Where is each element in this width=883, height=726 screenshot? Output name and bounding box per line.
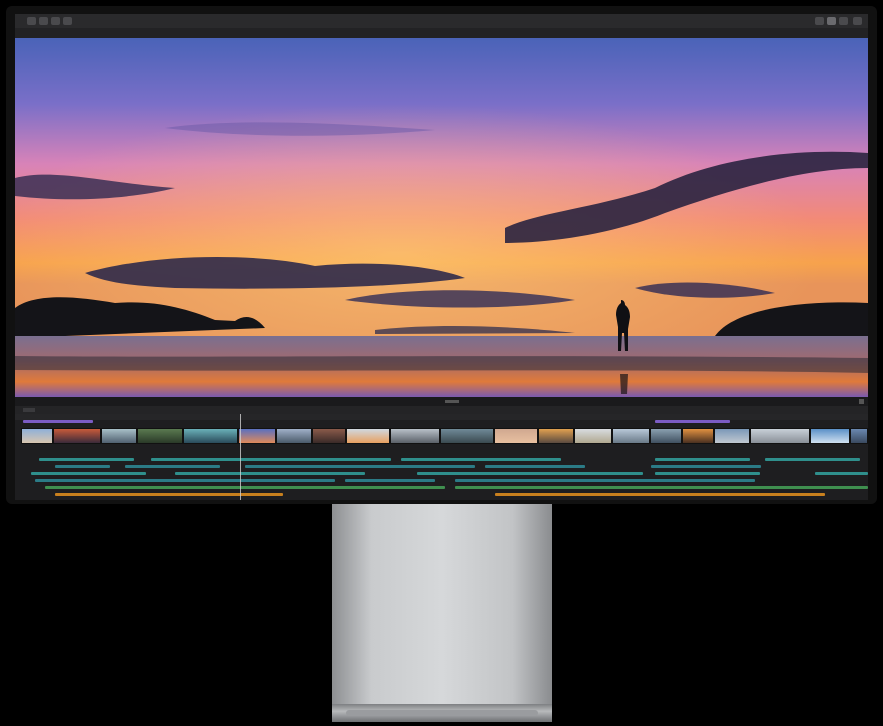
audio-clip[interactable] [765,458,860,461]
titles-icon[interactable] [51,17,60,25]
title-clip[interactable] [655,420,730,423]
layout-icon[interactable] [815,17,824,25]
video-clip[interactable] [101,428,137,444]
video-clip[interactable] [53,428,101,444]
video-clip[interactable] [276,428,312,444]
library-icon[interactable] [27,17,36,25]
video-clip[interactable] [612,428,650,444]
video-clip[interactable] [312,428,346,444]
inspector-icon[interactable] [839,17,848,25]
video-clip[interactable] [714,428,750,444]
audio-clip[interactable] [125,465,220,468]
audio-clip[interactable] [35,479,335,482]
video-clip[interactable] [183,428,238,444]
video-clip[interactable] [538,428,574,444]
timeline-ruler [15,414,868,420]
stand-base [332,704,552,722]
timeline-header [15,406,868,414]
sound-effect-clip[interactable] [55,493,283,496]
sound-effect-clip[interactable] [495,493,825,496]
audio-clip[interactable] [175,472,365,475]
audio-clip[interactable] [245,465,475,468]
playhead[interactable] [240,414,241,500]
video-clip[interactable] [137,428,183,444]
video-clip[interactable] [750,428,810,444]
view-icon[interactable] [827,17,836,25]
fullscreen-icon[interactable] [859,399,864,404]
video-clip[interactable] [21,428,53,444]
audio-clip[interactable] [655,458,750,461]
audio-clip[interactable] [31,472,146,475]
viewer-header [15,28,868,38]
toolbar [15,14,868,28]
video-clip[interactable] [440,428,494,444]
title-clip[interactable] [23,420,93,423]
audio-clip[interactable] [815,472,868,475]
audio-clip[interactable] [401,458,561,461]
audio-clip[interactable] [39,458,134,461]
monitor [6,6,877,504]
viewer-controls [15,397,868,406]
timeline [15,414,868,500]
video-clip[interactable] [238,428,276,444]
monitor-stand [332,504,552,722]
app-window [15,14,868,500]
video-clip[interactable] [650,428,682,444]
audio-clip[interactable] [345,479,435,482]
music-clip[interactable] [45,486,445,489]
video-clip[interactable] [390,428,440,444]
photos-icon[interactable] [39,17,48,25]
audio-clip[interactable] [455,479,755,482]
video-clip[interactable] [494,428,538,444]
audio-clip[interactable] [655,472,760,475]
video-clip[interactable] [574,428,612,444]
music-clip[interactable] [455,486,868,489]
viewer [15,38,868,397]
share-icon[interactable] [853,17,862,25]
play-button[interactable] [445,400,459,403]
audio-clip[interactable] [151,458,391,461]
audio-clip[interactable] [485,465,585,468]
video-clip[interactable] [682,428,714,444]
video-clip[interactable] [346,428,390,444]
video-clip[interactable] [810,428,850,444]
audio-clip[interactable] [55,465,110,468]
audio-clip[interactable] [651,465,761,468]
sunset-video-frame [15,38,868,397]
index-button[interactable] [23,408,35,412]
audio-clip[interactable] [417,472,643,475]
video-clip[interactable] [850,428,868,444]
import-icon[interactable] [63,17,72,25]
